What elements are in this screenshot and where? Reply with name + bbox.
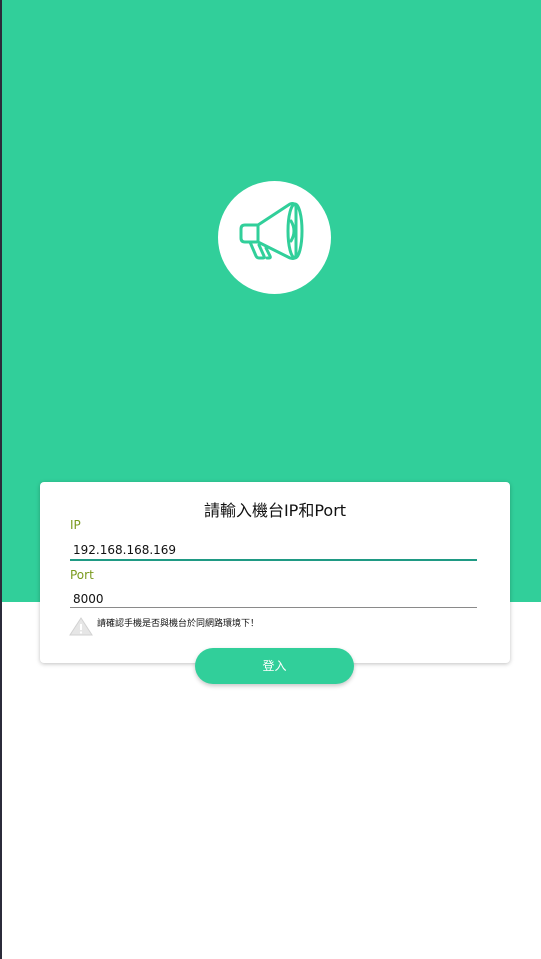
port-underline	[70, 607, 477, 608]
app-logo	[218, 181, 331, 294]
window-edge	[0, 0, 2, 959]
port-input[interactable]	[70, 589, 477, 609]
connection-form-card: 請輸入機台IP和Port IP Port 請確認手機是否與機台於同網路環境下！	[40, 482, 510, 663]
form-title: 請輸入機台IP和Port	[203, 501, 347, 520]
ip-underline	[70, 559, 477, 561]
login-button[interactable]: 登入	[195, 648, 354, 684]
port-label: Port	[70, 568, 94, 582]
megaphone-icon	[239, 202, 304, 260]
network-warning-text: 請確認手機是否與機台於同網路環境下！	[97, 619, 260, 629]
ip-label: IP	[70, 518, 81, 532]
ip-input[interactable]	[70, 540, 477, 560]
warning-triangle-icon	[69, 617, 93, 636]
